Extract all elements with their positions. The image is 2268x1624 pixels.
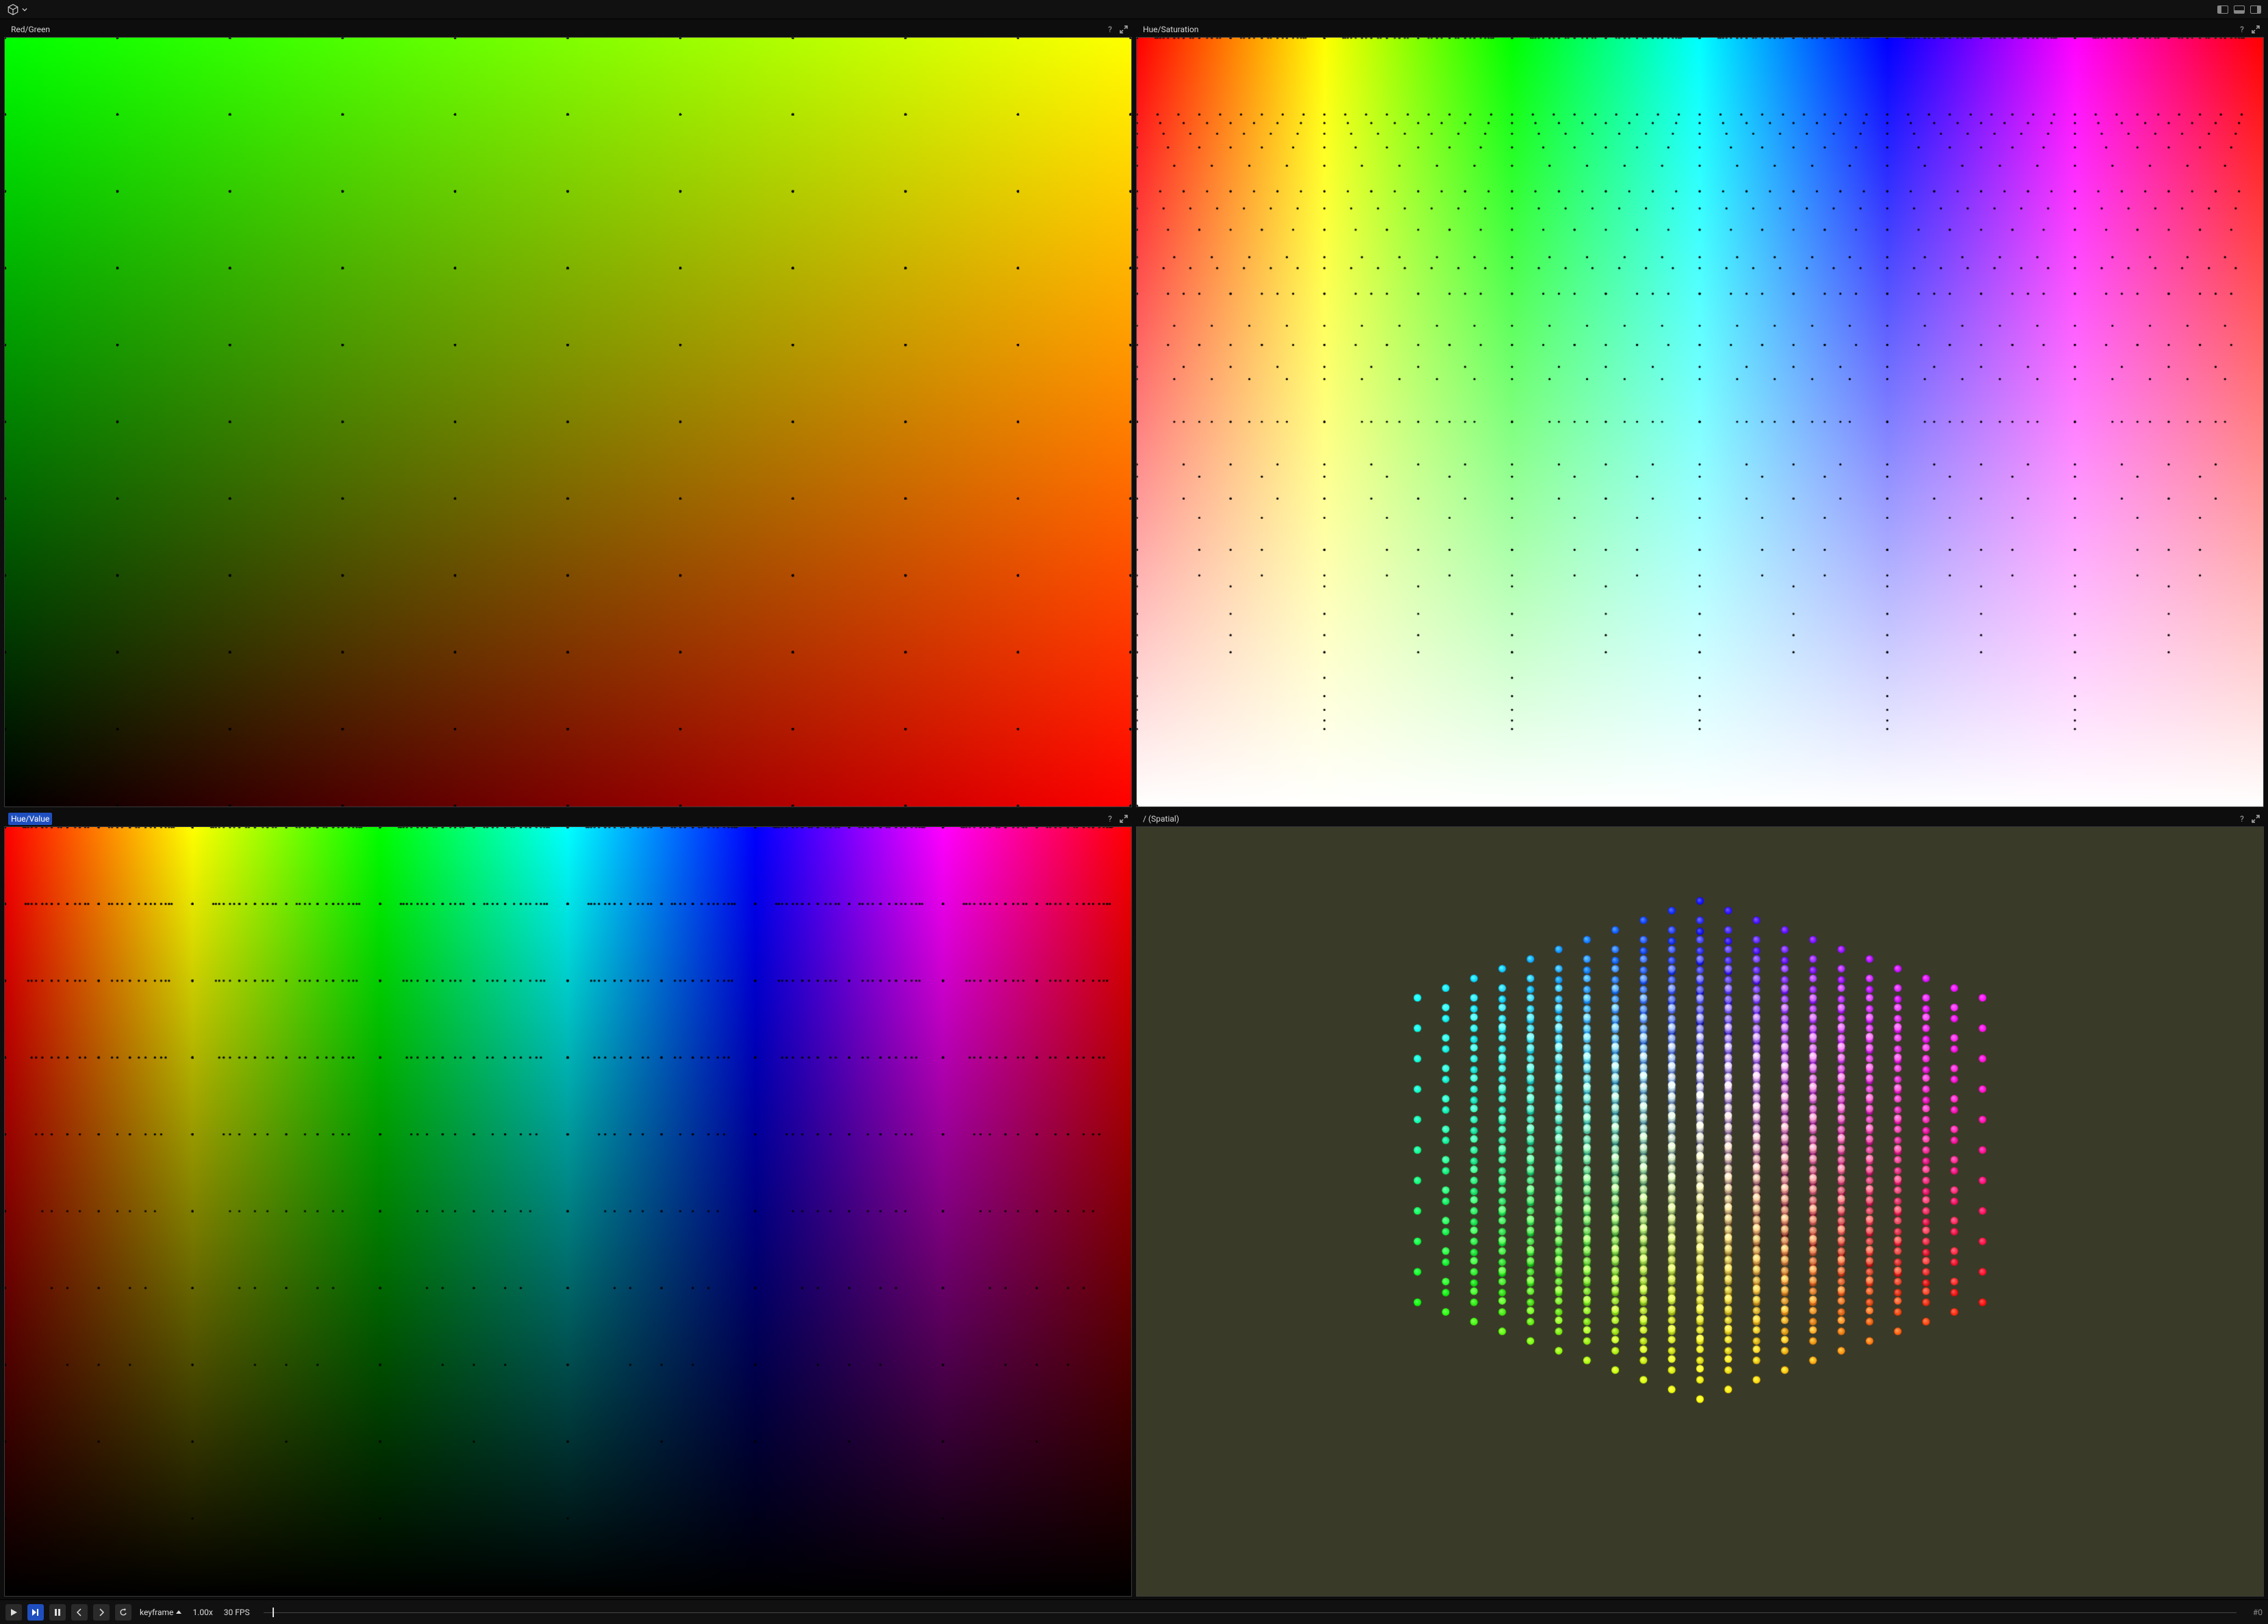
panel-header: Red/Green? [4,22,1132,37]
layout-toggles [2217,5,2261,14]
timeline-toolbar: keyframe 1.00x 30 FPS #0 [0,1599,2268,1624]
prev-button[interactable] [71,1604,88,1621]
pause-button[interactable] [49,1604,66,1621]
panel-body[interactable] [4,826,1132,1597]
panel-header-icons: ? [1106,25,1128,34]
panel-header: Hue/Saturation? [1136,22,2264,37]
expand-icon[interactable] [2252,815,2260,823]
expand-icon[interactable] [1120,25,1128,34]
help-icon[interactable]: ? [1106,815,1114,823]
playback-speed[interactable]: 1.00x [190,1608,215,1617]
topbar [0,0,2268,19]
panel-body[interactable] [4,37,1132,807]
panel-header-icons: ? [1106,815,1128,823]
help-icon[interactable]: ? [1106,25,1114,34]
panel-redgreen: Red/Green? [4,22,1132,807]
panel-body[interactable] [1136,37,2264,807]
triangle-up-icon [176,1610,181,1614]
panel-title[interactable]: Red/Green [8,23,53,36]
play-button[interactable] [5,1604,22,1621]
panel-huevalue: Hue/Value? [4,811,1132,1597]
spatial3d-canvas[interactable] [1137,827,2263,1596]
expand-icon[interactable] [1120,815,1128,823]
expand-icon[interactable] [2252,25,2260,34]
toggle-right-panel-icon[interactable] [2250,5,2261,14]
step-forward-button[interactable] [27,1604,44,1621]
panel-title[interactable]: Hue/Saturation [1140,23,1201,36]
frame-label: #0 [2242,1608,2263,1617]
panel-header: / (Spatial)? [1136,811,2264,826]
app-menu[interactable] [7,3,27,16]
panel-spatial3d: / (Spatial)? [1136,811,2264,1597]
panel-header: Hue/Value? [4,811,1132,826]
fps[interactable]: 30 FPS [221,1608,253,1617]
viewport-grid: Red/Green?Hue/Saturation?Hue/Value?/ (Sp… [0,19,2268,1599]
panel-huesat: Hue/Saturation? [1136,22,2264,807]
timeline-mode-label: keyframe [140,1608,173,1617]
panel-header-icons: ? [2238,815,2260,823]
toggle-left-panel-icon[interactable] [2217,5,2228,14]
loop-button[interactable] [115,1604,131,1621]
huesat-canvas[interactable] [1137,38,2263,807]
app-root: Red/Green?Hue/Saturation?Hue/Value?/ (Sp… [0,0,2268,1624]
panel-title[interactable]: Hue/Value [8,813,52,825]
chevron-down-icon [22,7,27,12]
help-icon[interactable]: ? [2238,25,2246,34]
panel-title[interactable]: / (Spatial) [1140,813,1182,825]
redgreen-canvas[interactable] [5,38,1131,807]
timeline-cursor[interactable] [273,1608,274,1617]
panel-body[interactable] [1136,826,2264,1597]
timeline-track[interactable] [264,1604,2236,1621]
fps-label: 30 FPS [224,1608,250,1617]
timeline-line [264,1612,2236,1613]
playback-speed-label: 1.00x [192,1608,212,1617]
app-logo-icon [7,3,19,16]
help-icon[interactable]: ? [2238,815,2246,823]
toggle-bottom-panel-icon[interactable] [2234,5,2245,14]
huevalue-canvas[interactable] [5,827,1131,1596]
timeline-mode[interactable]: keyframe [137,1608,184,1617]
panel-header-icons: ? [2238,25,2260,34]
next-button[interactable] [93,1604,110,1621]
